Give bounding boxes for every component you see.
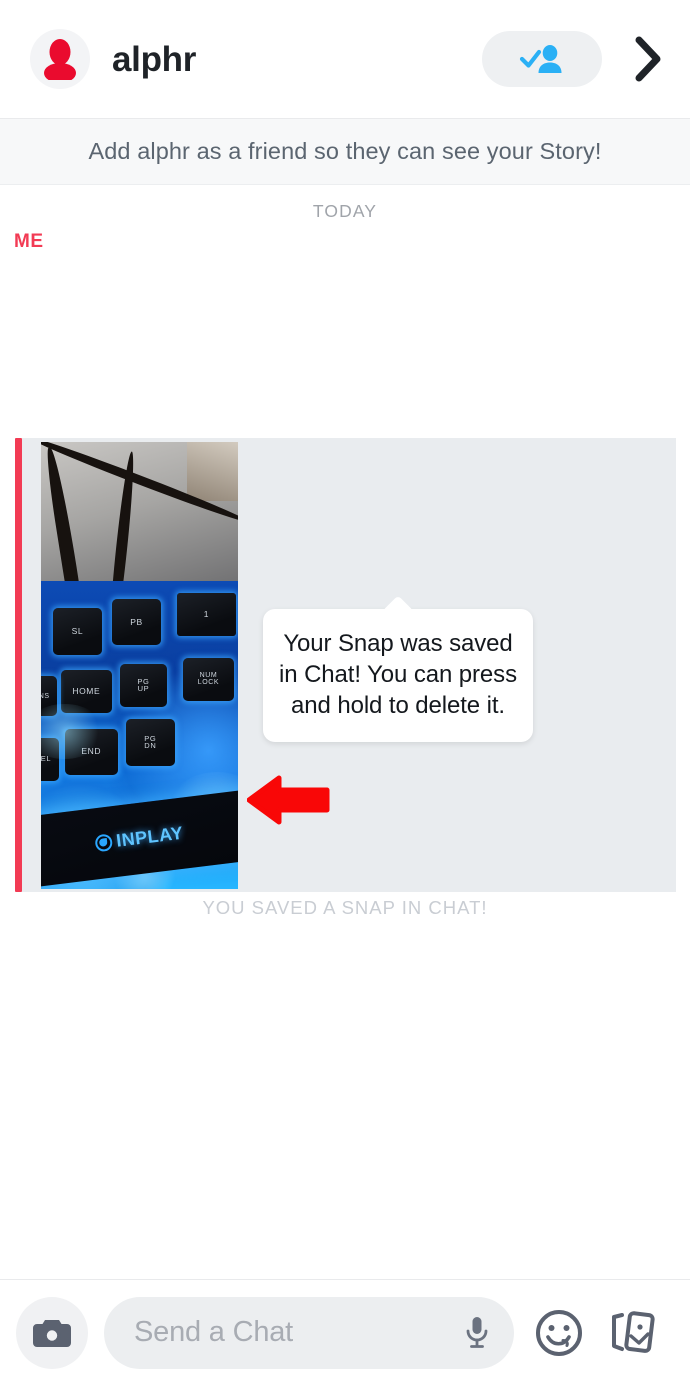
- tooltip-pointer-icon: [383, 595, 413, 610]
- keyboard-key: NUM LOCK: [182, 657, 235, 701]
- keyboard-key: PG UP: [119, 663, 168, 707]
- inplay-brand-text: INPLAY: [115, 822, 185, 851]
- annotation-arrow: [246, 774, 331, 826]
- mic-button[interactable]: [462, 1315, 492, 1351]
- tooltip-text: Your Snap was saved in Chat! You can pre…: [279, 630, 517, 720]
- sender-accent-bar: [15, 438, 22, 892]
- snap-saved-tooltip: Your Snap was saved in Chat! You can pre…: [263, 609, 533, 742]
- conversation-area: TODAY ME SL PB 1 HOME PG UP NUM LOCK NS …: [0, 185, 690, 1279]
- person-silhouette-icon: [44, 39, 76, 80]
- keyboard-deck: SL PB 1 HOME PGUP NUMLOCK INS END PGDN D…: [41, 580, 238, 889]
- sender-label: ME: [14, 231, 44, 252]
- camera-button[interactable]: [16, 1296, 88, 1369]
- add-friend-banner-text: Add alphr as a friend so they can see yo…: [88, 138, 602, 164]
- keyboard-key: PG DN: [125, 719, 175, 766]
- snapchat-chat-screen: alphr Add alphr as a friend so they can …: [0, 0, 690, 1385]
- chat-input[interactable]: Send a Chat: [104, 1296, 514, 1369]
- open-profile-button[interactable]: [628, 29, 668, 89]
- chat-composer: Send a Chat: [0, 1279, 690, 1385]
- snap-thumbnail[interactable]: SL PB 1 HOME PGUP NUMLOCK INS END PGDN D…: [41, 442, 238, 889]
- cards-button[interactable]: [604, 1308, 662, 1358]
- page-title: alphr: [112, 39, 197, 79]
- snap-saved-status: YOU SAVED A SNAP IN CHAT!: [202, 897, 488, 918]
- red-left-arrow-icon: [246, 775, 330, 825]
- add-friend-button[interactable]: [482, 31, 602, 87]
- avatar[interactable]: [30, 29, 90, 89]
- chat-input-placeholder: Send a Chat: [134, 1316, 294, 1348]
- microphone-icon: [466, 1316, 488, 1348]
- snap-cards-icon: [612, 1310, 655, 1353]
- inplay-logo-icon: [94, 832, 114, 852]
- day-divider: TODAY: [312, 201, 378, 221]
- keyboard-brand-strip: INPLAY: [41, 789, 238, 887]
- keyboard-key: SL: [52, 608, 103, 655]
- chevron-right-icon: [635, 36, 661, 82]
- add-friend-banner[interactable]: Add alphr as a friend so they can see yo…: [0, 119, 690, 185]
- sticker-button[interactable]: [530, 1307, 588, 1359]
- keyboard-key: PB: [111, 599, 162, 646]
- chat-header: alphr: [0, 0, 690, 119]
- keyboard-key: 1: [176, 592, 237, 637]
- smiley-face-icon: [536, 1309, 582, 1356]
- camera-icon: [33, 1319, 71, 1347]
- add-friend-check-icon: [519, 45, 562, 73]
